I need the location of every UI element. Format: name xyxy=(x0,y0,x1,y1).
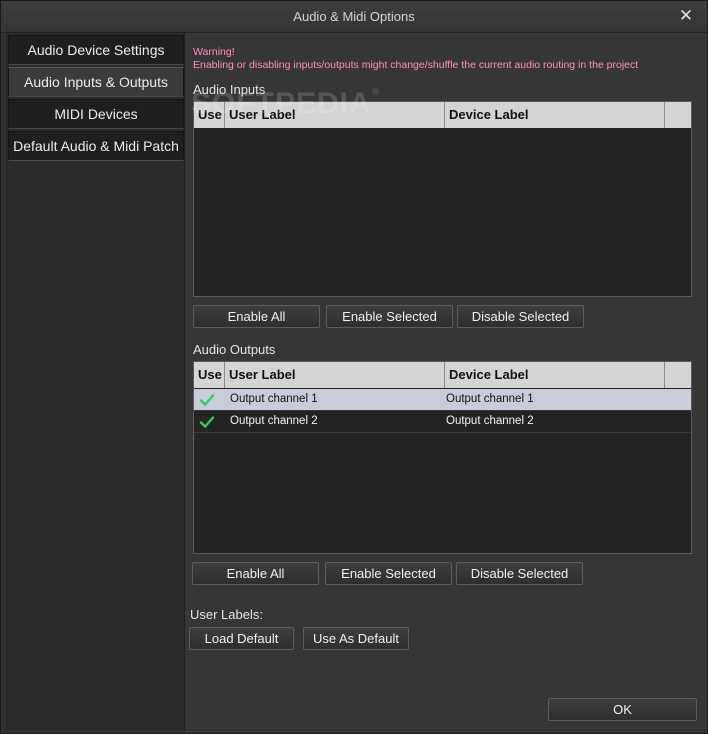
column-header-device-label[interactable]: Device Label xyxy=(445,102,665,128)
column-header-user-label[interactable]: User Label xyxy=(225,102,445,128)
table-row[interactable]: Output channel 1 Output channel 1 xyxy=(194,389,691,411)
inputs-enable-all-button[interactable]: Enable All xyxy=(193,305,320,328)
use-as-default-button[interactable]: Use As Default xyxy=(303,627,409,650)
audio-midi-options-window: Audio & Midi Options ✕ Audio Device Sett… xyxy=(0,0,708,734)
close-icon[interactable]: ✕ xyxy=(677,7,695,25)
sidebar: Audio Device Settings Audio Inputs & Out… xyxy=(6,33,185,730)
audio-inputs-table[interactable]: Use User Label Device Label xyxy=(193,101,692,297)
inputs-enable-selected-button[interactable]: Enable Selected xyxy=(326,305,453,328)
outputs-disable-selected-button[interactable]: Disable Selected xyxy=(456,562,583,585)
sidebar-item-audio-inputs-outputs[interactable]: Audio Inputs & Outputs xyxy=(8,67,184,97)
column-header-user-label[interactable]: User Label xyxy=(225,362,445,388)
warning-message: Enabling or disabling inputs/outputs mig… xyxy=(193,59,639,71)
sidebar-item-midi-devices[interactable]: MIDI Devices xyxy=(8,99,184,129)
audio-outputs-title: Audio Outputs xyxy=(193,342,276,357)
window-title: Audio & Midi Options xyxy=(293,9,415,24)
user-labels-title: User Labels: xyxy=(190,607,263,622)
audio-inputs-title: Audio Inputs xyxy=(193,82,266,97)
outputs-enable-selected-button[interactable]: Enable Selected xyxy=(325,562,452,585)
routing-warning: Warning! Enabling or disabling inputs/ou… xyxy=(193,46,638,72)
warning-title: Warning! xyxy=(193,46,235,58)
column-header-spacer xyxy=(665,362,691,388)
main-panel: Warning! Enabling or disabling inputs/ou… xyxy=(185,33,707,733)
audio-outputs-table[interactable]: Use User Label Device Label Output chann… xyxy=(193,361,692,554)
sidebar-item-default-audio-midi-patch[interactable]: Default Audio & Midi Patch xyxy=(8,131,184,161)
user-label-cell[interactable]: Output channel 1 xyxy=(226,389,318,411)
title-bar: Audio & Midi Options ✕ xyxy=(1,1,707,33)
load-default-button[interactable]: Load Default xyxy=(189,627,294,650)
device-label-cell: Output channel 2 xyxy=(446,415,534,427)
column-header-use[interactable]: Use xyxy=(194,102,225,128)
outputs-enable-all-button[interactable]: Enable All xyxy=(192,562,319,585)
ok-button[interactable]: OK xyxy=(548,698,697,721)
column-header-spacer xyxy=(665,102,691,128)
user-label-cell[interactable]: Output channel 2 xyxy=(226,411,318,433)
audio-outputs-table-header: Use User Label Device Label xyxy=(194,362,691,388)
column-header-use[interactable]: Use xyxy=(194,362,225,388)
inputs-disable-selected-button[interactable]: Disable Selected xyxy=(457,305,584,328)
column-header-device-label[interactable]: Device Label xyxy=(445,362,665,388)
device-label-cell: Output channel 1 xyxy=(446,393,534,405)
audio-inputs-table-header: Use User Label Device Label xyxy=(194,102,691,128)
table-row[interactable]: Output channel 2 Output channel 2 xyxy=(194,411,691,433)
check-icon[interactable] xyxy=(199,392,215,408)
check-icon[interactable] xyxy=(199,414,215,430)
sidebar-item-audio-device-settings[interactable]: Audio Device Settings xyxy=(8,35,184,65)
